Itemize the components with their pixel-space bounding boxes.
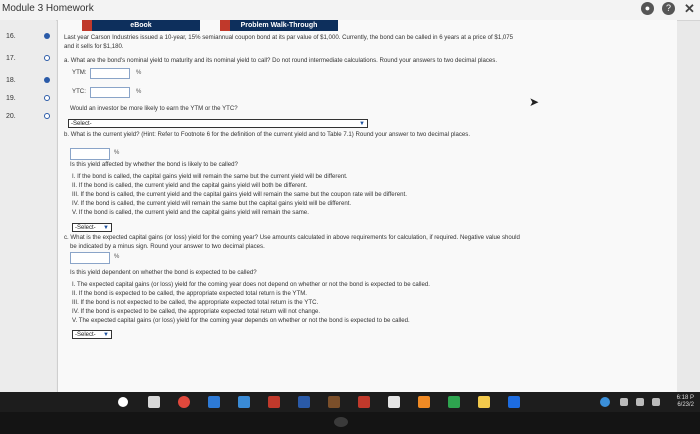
chrome-icon[interactable] (178, 396, 190, 408)
option-item: I. The expected capital gains (or loss) … (72, 281, 430, 288)
investor-question: Would an investor be more likely to earn… (70, 105, 238, 112)
option-item: V. If the bond is called, the current yi… (72, 209, 309, 216)
sidebar-item[interactable]: 19. (6, 90, 50, 106)
option-item: I. If the bond is called, the capital ga… (72, 173, 348, 180)
help-icon[interactable]: ? (662, 2, 675, 15)
chevron-down-icon: ▼ (359, 121, 365, 127)
sidebar-item[interactable]: 20. (6, 108, 50, 124)
task-view-icon[interactable] (148, 396, 160, 408)
taskbar: 6:18 P 6/23/2 (0, 392, 700, 412)
part-c-question: c. What is the expected capital gains (o… (64, 234, 520, 241)
tray-icon[interactable] (600, 397, 610, 407)
part-a-question: a. What are the bond's nominal yield to … (64, 57, 498, 64)
sidebar-item[interactable]: 17. (6, 50, 50, 66)
title-bar: Module 3 Homework ● ? ✕ (0, 0, 700, 21)
chevron-down-icon: ▼ (103, 225, 109, 231)
settings-icon[interactable]: ● (641, 2, 654, 15)
close-icon[interactable]: ✕ (683, 2, 696, 15)
question-number: 19. (6, 94, 16, 102)
sidebar-item[interactable]: 18. (6, 72, 50, 88)
app-icon[interactable] (388, 396, 400, 408)
window-controls: ● ? ✕ (641, 2, 696, 15)
select-value: -Select- (75, 332, 96, 338)
dependent-question: Is this yield dependent on whether the b… (70, 269, 257, 276)
search-icon[interactable] (118, 397, 128, 407)
video-icon (220, 20, 230, 31)
ytc-label: YTC: (72, 88, 86, 95)
question-number: 20. (6, 112, 16, 120)
option-item: II. If the bond is expected to be called… (72, 290, 307, 297)
status-ring-icon (44, 113, 50, 119)
affected-select[interactable]: -Select- ▼ (72, 223, 112, 232)
capital-gains-input[interactable] (70, 252, 110, 264)
status-dot-icon (44, 33, 50, 39)
option-item: IV. If the bond is expected to be called… (72, 308, 321, 315)
app-icon[interactable] (358, 396, 370, 408)
ytm-input[interactable] (90, 68, 130, 79)
book-icon (82, 20, 92, 31)
laptop-bezel (0, 412, 700, 434)
option-item: IV. If the bond is called, the current y… (72, 200, 352, 207)
app-icon[interactable] (328, 396, 340, 408)
clock-date: 6/23/2 (677, 402, 694, 408)
current-yield-percent: % (114, 150, 120, 156)
option-item: II. If the bond is called, the current y… (72, 182, 308, 189)
volume-icon[interactable] (652, 398, 660, 406)
question-panel: eBook Problem Walk-Through Last year Car… (57, 20, 677, 392)
current-yield-input[interactable] (70, 148, 110, 160)
capital-gains-percent: % (114, 254, 120, 260)
question-sidebar: 16. 17. 18. 19. 20. (0, 20, 56, 392)
select-value: -Select- (71, 121, 92, 127)
dependent-select[interactable]: -Select- ▼ (72, 330, 112, 339)
option-item: III. If the bond is not expected to be c… (72, 299, 319, 306)
affected-question: Is this yield affected by whether the bo… (70, 161, 238, 168)
clock[interactable]: 6:18 P 6/23/2 (677, 395, 694, 409)
app-icon[interactable] (478, 396, 490, 408)
chevron-down-icon: ▼ (103, 332, 109, 338)
status-dot-icon (44, 77, 50, 83)
tab-label: eBook (130, 22, 152, 29)
tab-label: Problem Walk-Through (240, 22, 318, 29)
app-icon[interactable] (448, 396, 460, 408)
select-value: -Select- (75, 225, 96, 231)
ytm-ytc-select[interactable]: -Select- ▼ (68, 119, 368, 128)
ytm-label: YTM: (72, 69, 87, 76)
ytc-input[interactable] (90, 87, 130, 98)
question-number: 18. (6, 76, 16, 84)
tab-walkthrough[interactable]: Problem Walk-Through (220, 20, 338, 31)
option-item: V. The expected capital gains (or loss) … (72, 317, 410, 324)
part-b-question: b. What is the current yield? (Hint: Ref… (64, 131, 471, 138)
status-ring-icon (44, 55, 50, 61)
screen: Module 3 Homework ● ? ✕ 16. 17. 18. 19. … (0, 0, 700, 434)
sidebar-item[interactable]: 16. (6, 28, 50, 44)
problem-intro: Last year Carson Industries issued a 10-… (64, 34, 514, 41)
problem-intro-2: and it sells for $1,180. (64, 43, 124, 50)
app-icon[interactable] (268, 396, 280, 408)
app-icon[interactable] (298, 396, 310, 408)
question-number: 16. (6, 32, 16, 40)
clock-time: 6:18 P (676, 395, 694, 401)
wifi-icon[interactable] (636, 398, 644, 406)
dropbox-icon[interactable] (508, 396, 520, 408)
option-item: III. If the bond is called, the current … (72, 191, 407, 198)
status-ring-icon (44, 95, 50, 101)
question-number: 17. (6, 54, 16, 62)
part-c-question-2: be indicated by a minus sign. Round your… (70, 243, 265, 250)
window-title: Module 3 Homework (2, 3, 94, 14)
battery-icon[interactable] (620, 398, 628, 406)
ytc-percent: % (136, 89, 142, 95)
hp-logo-icon (334, 417, 348, 427)
mouse-cursor-icon: ➤ (529, 95, 540, 109)
tab-ebook[interactable]: eBook (82, 20, 200, 31)
app-icon[interactable] (418, 396, 430, 408)
app-icon[interactable] (238, 396, 250, 408)
ytm-percent: % (136, 70, 142, 76)
edge-icon[interactable] (208, 396, 220, 408)
tab-strip: eBook Problem Walk-Through (58, 20, 677, 32)
